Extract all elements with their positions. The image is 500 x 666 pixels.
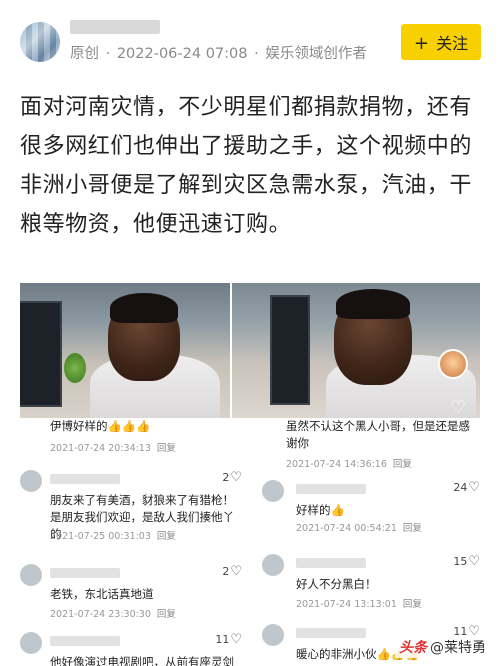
comment-timestamp: 2021-07-24 23:30:30 xyxy=(50,609,151,620)
like-button[interactable]: 24♡ xyxy=(453,480,480,495)
comment-time: 2021-07-24 13:13:01 回复 xyxy=(296,596,422,610)
comment-text: 好人不分黑白！ xyxy=(296,577,377,591)
comment-timestamp: 2021-07-25 00:31:03 xyxy=(50,531,151,542)
meta-role: 娱乐领域创作者 xyxy=(265,46,367,62)
commenter-name-blurred[interactable] xyxy=(296,484,366,494)
reply-link[interactable]: 回复 xyxy=(157,531,176,542)
like-button[interactable]: 11♡ xyxy=(215,632,242,647)
person-hair xyxy=(336,289,410,319)
follow-label: 关注 xyxy=(436,34,469,53)
toutiao-logo: 头条 xyxy=(399,640,427,656)
like-button[interactable]: 15♡ xyxy=(453,554,480,569)
heart-icon: ♡ xyxy=(468,480,480,495)
comment-text: 老铁，东北话真地道 xyxy=(50,587,154,601)
like-button[interactable]: 2♡ xyxy=(222,470,242,485)
article-body: 面对河南灾情，不少明星们都捐款捐物，还有很多网红们也伸出了援助之手，这个视频中的… xyxy=(20,95,473,237)
person-hair xyxy=(110,293,178,323)
commenter-name-blurred[interactable] xyxy=(50,474,120,484)
commenter-name-blurred[interactable] xyxy=(50,568,120,578)
commenter-avatar[interactable] xyxy=(20,564,42,586)
plus-icon: + xyxy=(413,33,429,54)
like-button[interactable]: 2♡ xyxy=(222,564,242,579)
commenter-name-blurred[interactable] xyxy=(50,636,120,646)
heart-icon: ♡ xyxy=(468,554,480,569)
comment-timestamp: 2021-07-24 20:34:13 xyxy=(50,443,151,454)
comment-text: 伊博好样的👍👍👍 xyxy=(50,419,151,433)
comment-timestamp: 2021-07-24 14:36:16 xyxy=(286,459,387,470)
heart-icon: ♡ xyxy=(230,632,242,647)
reply-link[interactable]: 回复 xyxy=(157,443,176,454)
comment-time: 2021-07-24 00:54:21 回复 xyxy=(296,520,422,534)
heart-icon[interactable]: ♡ xyxy=(450,399,470,417)
author-avatar[interactable] xyxy=(20,22,60,62)
commenter-avatar[interactable] xyxy=(262,624,284,646)
comment-text: 虽然不认这个黑人小哥，但是还是感谢你 xyxy=(286,419,470,450)
monitor-image xyxy=(20,301,62,407)
commenter-avatar[interactable] xyxy=(20,470,42,492)
comment-text: 他好像演过电视剧吧，从前有座灵剑山 师叔是他吗？ xyxy=(50,655,234,666)
follow-button[interactable]: + 关注 xyxy=(401,24,481,60)
reply-link[interactable]: 回复 xyxy=(393,459,412,470)
plant-image xyxy=(64,353,86,383)
author-name-blurred[interactable] xyxy=(70,20,160,34)
monitor-image xyxy=(270,295,310,405)
comment-timestamp: 2021-07-24 00:54:21 xyxy=(296,523,397,534)
comment-text: 好样的👍 xyxy=(296,503,345,517)
meta-time: 2022-06-24 07:08 xyxy=(116,46,248,62)
meta-separator: · xyxy=(254,46,259,62)
comment-time: 2021-07-24 14:36:16 回复 xyxy=(286,456,412,470)
comment-timestamp: 2021-07-24 13:13:01 xyxy=(296,599,397,610)
post-meta: 原创 · 2022-06-24 07:08 · 娱乐领域创作者 xyxy=(70,42,367,63)
meta-original: 原创 xyxy=(70,46,99,62)
commenter-name-blurred[interactable] xyxy=(296,558,366,568)
commenter-avatar[interactable] xyxy=(20,632,42,654)
watermark-handle: @莱特勇 xyxy=(430,640,486,656)
comment-time: 2021-07-24 23:30:30 回复 xyxy=(50,606,176,620)
screenshot-collage: ♡ 伊博好样的👍👍👍 2021-07-24 20:34:13 回复 2♡ 朋友来了… xyxy=(20,283,480,666)
like-count: 11 xyxy=(215,633,230,646)
like-count: 2 xyxy=(222,565,230,578)
sticker-face-icon xyxy=(438,349,468,379)
reply-link[interactable]: 回复 xyxy=(157,609,176,620)
commenter-avatar[interactable] xyxy=(262,480,284,502)
reply-link[interactable]: 回复 xyxy=(403,599,422,610)
source-watermark: 头条 @莱特勇 xyxy=(395,636,490,658)
video-frame-right: ♡ xyxy=(232,283,480,418)
like-count: 15 xyxy=(453,555,468,568)
comment-time: 2021-07-24 20:34:13 回复 xyxy=(50,440,176,454)
like-count: 2 xyxy=(222,471,230,484)
meta-separator: · xyxy=(105,46,111,62)
video-frame-left xyxy=(20,283,230,418)
like-count: 24 xyxy=(453,481,468,494)
heart-icon: ♡ xyxy=(230,564,242,579)
heart-icon: ♡ xyxy=(230,470,242,485)
post-header: 原创 · 2022-06-24 07:08 · 娱乐领域创作者 + 关注 xyxy=(0,0,500,80)
commenter-name-blurred[interactable] xyxy=(296,628,366,638)
commenter-avatar[interactable] xyxy=(262,554,284,576)
comment-time: 2021-07-25 00:31:03 回复 xyxy=(50,528,176,542)
reply-link[interactable]: 回复 xyxy=(403,523,422,534)
